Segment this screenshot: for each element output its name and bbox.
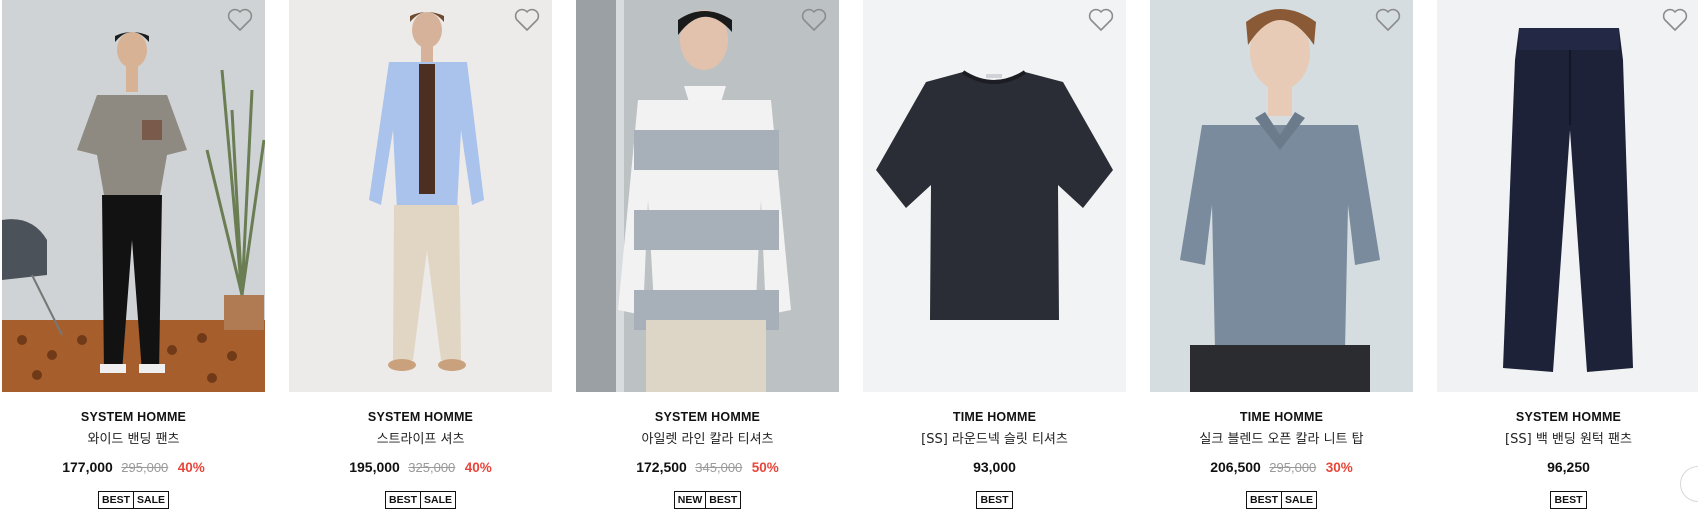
product-image[interactable] xyxy=(289,0,552,392)
price-row: 177,000 295,000 40% xyxy=(2,458,265,476)
price-row: 93,000 xyxy=(863,458,1126,476)
price-row: 96,250 xyxy=(1437,458,1698,476)
sale-price: 195,000 xyxy=(349,459,400,475)
price-row: 206,500 295,000 30% xyxy=(1150,458,1413,476)
product-grid: SYSTEM HOMME 와이드 밴딩 팬츠 177,000 295,000 4… xyxy=(0,0,1698,515)
product-card[interactable]: TIME HOMME [SS] 라운드넥 슬릿 티셔츠 93,000 BEST xyxy=(863,0,1126,515)
product-photo-back-banding-pants xyxy=(1437,0,1698,392)
wishlist-heart-icon[interactable] xyxy=(801,8,827,32)
new-badge: NEW xyxy=(677,494,703,506)
wishlist-heart-icon[interactable] xyxy=(1662,8,1688,32)
price-row: 195,000 325,000 40% xyxy=(289,458,552,476)
price-row: 172,500 345,000 50% xyxy=(576,458,839,476)
original-price: 325,000 xyxy=(408,460,456,475)
product-name[interactable]: [SS] 백 밴딩 원턱 팬츠 xyxy=(1437,431,1698,449)
product-card[interactable]: SYSTEM HOMME 아일렛 라인 칼라 티셔츠 172,500 345,0… xyxy=(576,0,839,515)
badge-row: BEST SALE xyxy=(289,491,552,509)
discount-rate: 30% xyxy=(1325,460,1353,475)
badge-group: BEST xyxy=(1550,491,1587,509)
badge-row: BEST xyxy=(1437,491,1698,509)
sale-badge: SALE xyxy=(420,492,455,508)
discount-rate: 50% xyxy=(751,460,779,475)
discount-rate: 40% xyxy=(464,460,492,475)
original-price: 345,000 xyxy=(695,460,743,475)
product-image[interactable] xyxy=(1150,0,1413,392)
product-photo-silk-open-collar-knit xyxy=(1150,0,1413,392)
product-brand[interactable]: SYSTEM HOMME xyxy=(1437,409,1698,425)
wishlist-heart-icon[interactable] xyxy=(227,8,253,32)
product-image[interactable] xyxy=(1437,0,1698,392)
original-price: 295,000 xyxy=(1269,460,1317,475)
wishlist-heart-icon[interactable] xyxy=(514,8,540,32)
product-card[interactable]: SYSTEM HOMME 스트라이프 셔츠 195,000 325,000 40… xyxy=(289,0,552,515)
badge-group: BEST SALE xyxy=(384,491,457,509)
product-name[interactable]: 아일렛 라인 칼라 티셔츠 xyxy=(576,431,839,449)
product-card[interactable]: SYSTEM HOMME 와이드 밴딩 팬츠 177,000 295,000 4… xyxy=(2,0,265,515)
product-card[interactable]: TIME HOMME 실크 블렌드 오픈 칼라 니트 탑 206,500 295… xyxy=(1150,0,1413,515)
product-image[interactable] xyxy=(576,0,839,392)
badge-group: BEST SALE xyxy=(1245,491,1318,509)
product-brand[interactable]: SYSTEM HOMME xyxy=(576,409,839,425)
product-photo-wide-banding-pants xyxy=(2,0,265,392)
badge-group: BEST SALE xyxy=(97,491,170,509)
best-badge: BEST xyxy=(101,494,130,506)
sale-price: 96,250 xyxy=(1547,459,1590,475)
product-name[interactable]: 와이드 밴딩 팬츠 xyxy=(2,431,265,449)
product-name[interactable]: [SS] 라운드넥 슬릿 티셔츠 xyxy=(863,431,1126,449)
wishlist-heart-icon[interactable] xyxy=(1375,8,1401,32)
product-brand[interactable]: SYSTEM HOMME xyxy=(2,409,265,425)
sale-badge: SALE xyxy=(1281,492,1316,508)
best-badge: BEST xyxy=(1249,494,1278,506)
product-brand[interactable]: TIME HOMME xyxy=(1150,409,1413,425)
sale-price: 177,000 xyxy=(62,459,113,475)
product-image[interactable] xyxy=(2,0,265,392)
badge-row: BEST SALE xyxy=(2,491,265,509)
best-badge: BEST xyxy=(388,494,417,506)
wishlist-heart-icon[interactable] xyxy=(1088,8,1114,32)
product-brand[interactable]: SYSTEM HOMME xyxy=(289,409,552,425)
product-image[interactable] xyxy=(863,0,1126,392)
product-name[interactable]: 스트라이프 셔츠 xyxy=(289,431,552,449)
discount-rate: 40% xyxy=(177,460,205,475)
badge-row: BEST SALE xyxy=(1150,491,1413,509)
product-brand[interactable]: TIME HOMME xyxy=(863,409,1126,425)
badge-group: NEW BEST xyxy=(673,491,742,509)
product-photo-eyelet-collar-tshirt xyxy=(576,0,839,392)
sale-price: 172,500 xyxy=(636,459,687,475)
best-badge: BEST xyxy=(980,494,1009,506)
sale-price: 93,000 xyxy=(973,459,1016,475)
badge-row: NEW BEST xyxy=(576,491,839,509)
badge-row: BEST xyxy=(863,491,1126,509)
sale-price: 206,500 xyxy=(1210,459,1261,475)
best-badge: BEST xyxy=(1554,494,1583,506)
best-badge: BEST xyxy=(705,492,740,508)
product-name[interactable]: 실크 블렌드 오픈 칼라 니트 탑 xyxy=(1150,431,1413,449)
badge-group: BEST xyxy=(976,491,1013,509)
sale-badge: SALE xyxy=(133,492,168,508)
product-card[interactable]: SYSTEM HOMME [SS] 백 밴딩 원턱 팬츠 96,250 BEST xyxy=(1437,0,1698,515)
original-price: 295,000 xyxy=(121,460,169,475)
product-photo-stripe-shirt xyxy=(289,0,552,392)
product-photo-roundneck-slit-tshirt xyxy=(863,0,1126,392)
